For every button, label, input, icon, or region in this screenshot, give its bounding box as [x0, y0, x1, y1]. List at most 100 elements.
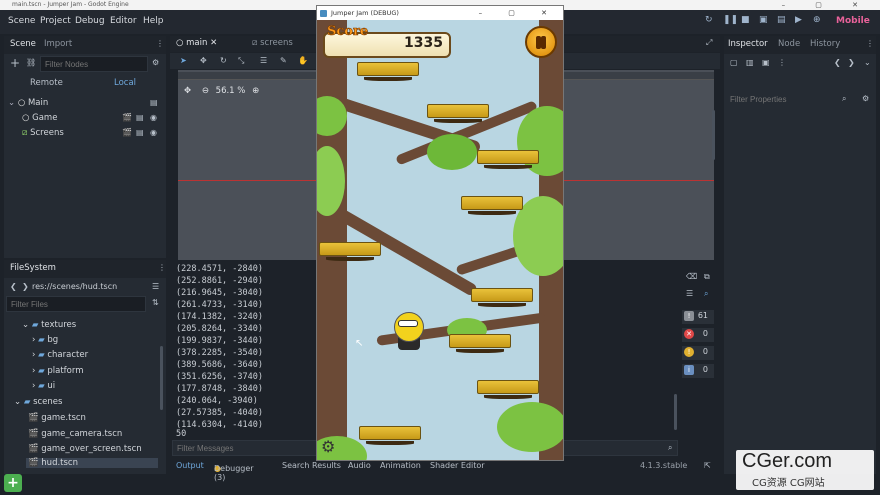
- scale-icon[interactable]: ⤡: [238, 56, 244, 66]
- tab-audio[interactable]: Audio: [348, 461, 371, 470]
- history-icon[interactable]: ⌄: [864, 58, 871, 67]
- settings-icon[interactable]: ⚙: [862, 94, 869, 103]
- expand-icon[interactable]: ⌄: [8, 98, 15, 108]
- fs-item-platform[interactable]: › ▰ platform: [32, 366, 83, 376]
- move-icon[interactable]: ✥: [200, 56, 207, 65]
- fs-item-game-over-screen-tscn[interactable]: 🎬 game_over_screen.tscn: [28, 444, 142, 454]
- forward-icon[interactable]: ❯: [22, 282, 29, 291]
- viewport-scrollbar[interactable]: [712, 110, 715, 160]
- instance-icon[interactable]: 🎬: [122, 113, 132, 122]
- zoom-in-icon[interactable]: ⊕: [252, 86, 259, 96]
- split-icon[interactable]: ☰: [152, 282, 159, 291]
- info-filter[interactable]: i0: [682, 364, 714, 378]
- menu-debug[interactable]: Debug: [75, 16, 105, 26]
- zoom-level[interactable]: 56.1 %: [216, 86, 246, 96]
- visibility-icon[interactable]: ◉: [150, 113, 157, 122]
- tab-history[interactable]: History: [810, 39, 840, 49]
- stop-icon[interactable]: ■: [741, 15, 750, 25]
- tree-item-main[interactable]: ⌄ ○ Main: [8, 98, 48, 108]
- pause-icon[interactable]: ❚❚: [723, 15, 738, 25]
- remote-debug-icon[interactable]: ▣: [759, 15, 768, 25]
- extra-options-icon[interactable]: ⋮: [778, 58, 786, 67]
- link-icon[interactable]: ⛓: [26, 58, 36, 67]
- pan-view-icon[interactable]: ✥: [184, 86, 191, 96]
- fs-item-bg[interactable]: › ▰ bg: [32, 335, 58, 345]
- clear-output-icon[interactable]: ⌫: [686, 272, 697, 281]
- messages-filter[interactable]: ! 61: [682, 310, 714, 324]
- tree-item-screens[interactable]: ⧄ Screens: [22, 128, 64, 138]
- game-window-controls[interactable]: – ▢ ✕: [479, 6, 559, 20]
- save-resource-icon[interactable]: ▣: [762, 58, 770, 67]
- tab-filesystem[interactable]: FileSystem: [10, 263, 56, 273]
- script-icon[interactable]: ▤: [136, 113, 144, 122]
- zoom-out-icon[interactable]: ⊖: [202, 86, 209, 96]
- errors-filter[interactable]: ✕ 0: [682, 328, 714, 342]
- movie-icon[interactable]: ▤: [777, 15, 786, 25]
- tab-node[interactable]: Node: [778, 39, 800, 49]
- scene-options-icon[interactable]: ⚙: [152, 58, 159, 67]
- search-icon[interactable]: ⌕: [842, 94, 846, 104]
- play-custom-icon[interactable]: ▶: [795, 15, 802, 25]
- tab-scene[interactable]: Scene: [10, 39, 36, 49]
- pause-button[interactable]: [525, 26, 557, 58]
- fs-item-game-tscn[interactable]: 🎬 game.tscn: [28, 413, 86, 423]
- instance-icon[interactable]: 🎬: [122, 128, 132, 137]
- filter-nodes-input[interactable]: [40, 56, 148, 72]
- menu-scene[interactable]: Scene: [8, 16, 35, 26]
- back-icon[interactable]: ❮: [10, 282, 17, 291]
- pan-icon[interactable]: ✋: [298, 56, 308, 65]
- expand-panel-icon[interactable]: ⇱: [704, 461, 711, 470]
- search-toggle-icon[interactable]: ⌕: [704, 289, 708, 299]
- console-scrollbar[interactable]: [674, 394, 677, 430]
- filesystem-path[interactable]: res://scenes/hud.tscn: [32, 282, 117, 291]
- settings-gear-icon[interactable]: ⚙: [321, 437, 335, 456]
- new-resource-icon[interactable]: ▢: [730, 58, 738, 67]
- script-icon[interactable]: ▤: [150, 98, 158, 107]
- menu-dots-icon[interactable]: ⋮: [866, 39, 874, 48]
- game-window[interactable]: Jumper Jam (DEBUG) – ▢ ✕ Score 1335 ⚙: [316, 5, 564, 461]
- tab-output[interactable]: Output: [176, 461, 204, 470]
- fs-item-hud-tscn[interactable]: 🎬 hud.tscn: [26, 458, 158, 468]
- tab-search-results[interactable]: Search Results: [282, 461, 341, 470]
- collapse-icon[interactable]: ☰: [686, 289, 693, 298]
- renderer-selector[interactable]: Mobile: [836, 16, 870, 26]
- globe-icon[interactable]: ⊕: [813, 15, 821, 25]
- remote-toggle[interactable]: Remote: [30, 78, 63, 88]
- script-icon[interactable]: ▤: [136, 128, 144, 137]
- tab-inspector[interactable]: Inspector: [728, 39, 768, 49]
- search-icon[interactable]: ⌕: [668, 443, 672, 453]
- list-icon[interactable]: ☰: [260, 56, 267, 65]
- fs-item-scenes[interactable]: ⌄ ▰ scenes: [14, 397, 62, 407]
- tab-animation[interactable]: Animation: [380, 461, 421, 470]
- filter-files-input[interactable]: [6, 296, 146, 312]
- tree-item-game[interactable]: ○ Game: [22, 113, 57, 123]
- sort-icon[interactable]: ⇅: [152, 298, 159, 307]
- tab-shader-editor[interactable]: Shader Editor: [430, 461, 485, 470]
- visibility-icon[interactable]: ◉: [150, 128, 157, 137]
- menu-editor[interactable]: Editor: [110, 16, 137, 26]
- previous-icon[interactable]: ❮: [834, 58, 841, 67]
- fs-item-ui[interactable]: › ▰ ui: [32, 381, 55, 391]
- bone-icon[interactable]: ✎: [280, 56, 287, 65]
- tab-screens[interactable]: ⧄ screens: [252, 38, 293, 48]
- filter-properties-input[interactable]: [726, 91, 860, 107]
- filesystem-scrollbar[interactable]: [160, 346, 163, 410]
- copy-icon[interactable]: ⧉: [704, 272, 710, 282]
- add-icon[interactable]: +: [4, 474, 22, 492]
- window-controls[interactable]: – ▢ ✕: [782, 0, 872, 10]
- next-icon[interactable]: ❯: [848, 58, 855, 67]
- fs-item-character[interactable]: › ▰ character: [32, 350, 88, 360]
- tab-import[interactable]: Import: [44, 39, 72, 49]
- distraction-free-icon[interactable]: ⤢: [706, 38, 712, 48]
- tab-main[interactable]: ○ main ✕: [176, 38, 217, 48]
- rotate-icon[interactable]: ↻: [220, 56, 227, 65]
- local-toggle[interactable]: Local: [114, 78, 136, 88]
- warnings-filter[interactable]: ! 0: [682, 346, 714, 360]
- fs-item-game-camera-tscn[interactable]: 🎬 game_camera.tscn: [28, 429, 122, 439]
- add-node-icon[interactable]: +: [10, 56, 20, 70]
- menu-dots-icon[interactable]: ⋮: [156, 39, 164, 48]
- fs-item-textures[interactable]: ⌄ ▰ textures: [22, 320, 76, 330]
- menu-dots-icon[interactable]: ⋮: [158, 263, 166, 272]
- menu-project[interactable]: Project: [40, 16, 71, 26]
- select-icon[interactable]: ➤: [180, 56, 187, 65]
